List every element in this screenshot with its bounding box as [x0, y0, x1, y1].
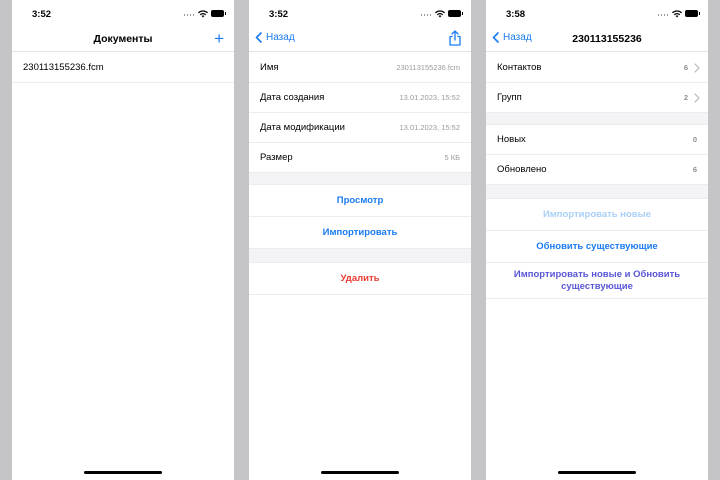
- info-label: Имя: [260, 62, 279, 73]
- nav-bar: Документы +: [12, 28, 234, 52]
- signal-icon: [184, 14, 194, 16]
- section-gap: [249, 173, 471, 185]
- nav-bar: Назад 230113155236: [486, 28, 708, 52]
- documents-screen: 3:52 Документы + 230113155236.fcm: [12, 0, 234, 480]
- signal-icon: [658, 14, 668, 16]
- count-label: Контактов: [497, 62, 542, 73]
- stat-value: 6: [692, 165, 697, 174]
- chevron-left-icon: [255, 32, 262, 43]
- info-row-modified: Дата модификации 13.01.2023, 15:52: [249, 113, 471, 143]
- updated-row: Обновлено 6: [486, 155, 708, 185]
- info-label: Дата модификации: [260, 122, 345, 133]
- count-value: 2: [683, 93, 688, 102]
- add-icon[interactable]: +: [214, 30, 224, 47]
- file-details-screen: 3:52 Назад Имя 230113155236.fcm Дата соз…: [249, 0, 471, 480]
- page-title: Документы: [93, 33, 153, 45]
- info-row-created: Дата создания 13.01.2023, 15:52: [249, 83, 471, 113]
- import-and-update-button[interactable]: Импортировать новые и Обновить существую…: [486, 263, 708, 299]
- status-time: 3:52: [32, 9, 52, 20]
- status-bar: 3:58: [486, 0, 708, 28]
- home-indicator[interactable]: [321, 471, 399, 474]
- battery-icon: [448, 10, 463, 17]
- wifi-icon: [435, 10, 445, 18]
- file-row[interactable]: 230113155236.fcm: [12, 53, 234, 83]
- info-value: 13.01.2023, 15:52: [399, 123, 460, 132]
- signal-icon: [421, 14, 431, 16]
- battery-icon: [211, 10, 226, 17]
- info-row-name: Имя 230113155236.fcm: [249, 53, 471, 83]
- info-label: Дата создания: [260, 92, 325, 103]
- count-value: 6: [683, 63, 688, 72]
- battery-icon: [685, 10, 700, 17]
- back-button[interactable]: Назад: [255, 32, 295, 43]
- back-label: Назад: [266, 32, 295, 43]
- info-value: 13.01.2023, 15:52: [399, 93, 460, 102]
- import-screen: 3:58 Назад 230113155236 Контактов 6 Груп…: [486, 0, 708, 480]
- chevron-right-icon: [694, 63, 700, 73]
- section-gap: [249, 249, 471, 263]
- count-label: Групп: [497, 92, 522, 103]
- stat-value: 0: [692, 135, 697, 144]
- info-value: 230113155236.fcm: [396, 63, 460, 72]
- view-button[interactable]: Просмотр: [249, 185, 471, 217]
- info-value: 5 КБ: [444, 153, 460, 162]
- info-row-size: Размер 5 КБ: [249, 143, 471, 173]
- page-title: 230113155236: [572, 33, 642, 45]
- status-bar: 3:52: [12, 0, 234, 28]
- home-indicator[interactable]: [84, 471, 162, 474]
- status-time: 3:52: [269, 9, 289, 20]
- info-label: Размер: [260, 152, 293, 163]
- chevron-right-icon: [694, 93, 700, 103]
- stat-label: Новых: [497, 134, 526, 145]
- share-icon[interactable]: [448, 30, 462, 46]
- file-name: 230113155236.fcm: [23, 62, 104, 73]
- delete-button[interactable]: Удалить: [249, 263, 471, 295]
- status-time: 3:58: [506, 9, 526, 20]
- import-button[interactable]: Импортировать: [249, 217, 471, 249]
- import-new-button[interactable]: Импортировать новые: [486, 199, 708, 231]
- wifi-icon: [672, 10, 682, 18]
- update-existing-button[interactable]: Обновить существующие: [486, 231, 708, 263]
- section-gap: [486, 185, 708, 199]
- status-bar: 3:52: [249, 0, 471, 28]
- stat-label: Обновлено: [497, 164, 547, 175]
- home-indicator[interactable]: [558, 471, 636, 474]
- section-gap: [486, 113, 708, 125]
- nav-bar: Назад: [249, 28, 471, 52]
- wifi-icon: [198, 10, 208, 18]
- contacts-row[interactable]: Контактов 6: [486, 53, 708, 83]
- groups-row[interactable]: Групп 2: [486, 83, 708, 113]
- new-row: Новых 0: [486, 125, 708, 155]
